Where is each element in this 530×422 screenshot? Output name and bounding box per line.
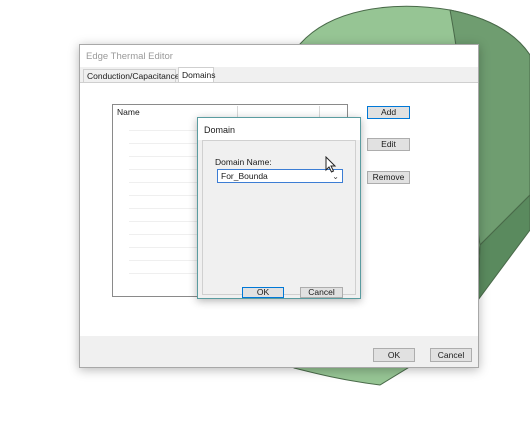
add-button[interactable]: Add	[367, 106, 410, 119]
window-title: Edge Thermal Editor	[86, 51, 173, 62]
tab-strip: Conduction/Capacitance Domains	[80, 67, 478, 83]
ok-button[interactable]: OK	[373, 348, 415, 362]
domain-name-label: Domain Name:	[215, 157, 272, 167]
list-header-name[interactable]: Name	[117, 107, 140, 117]
cancel-button[interactable]: Cancel	[430, 348, 472, 362]
dialog-title: Domain	[204, 125, 236, 135]
tab-conduction-capacitance[interactable]: Conduction/Capacitance	[83, 69, 180, 82]
remove-button[interactable]: Remove	[367, 171, 410, 184]
mouse-pointer-icon	[325, 156, 337, 173]
domain-name-value: For_Bounda	[221, 171, 268, 181]
edit-button[interactable]: Edit	[367, 138, 410, 151]
tab-domains[interactable]: Domains	[178, 67, 216, 83]
domain-dialog: Domain Domain Name: For_Bounda ⌄ OK Canc…	[197, 117, 361, 299]
dialog-titlebar[interactable]: Domain	[198, 118, 360, 140]
window-titlebar[interactable]: Edge Thermal Editor	[80, 45, 478, 67]
dialog-cancel-button[interactable]: Cancel	[300, 287, 343, 298]
dialog-ok-button[interactable]: OK	[242, 287, 284, 298]
